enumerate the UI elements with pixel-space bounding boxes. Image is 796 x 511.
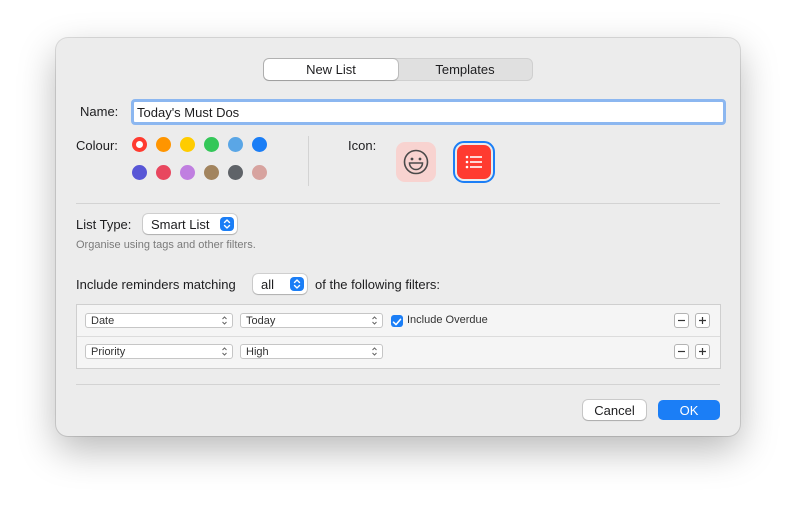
minus-icon [678, 350, 685, 353]
include-overdue-checkbox[interactable] [391, 315, 403, 327]
colour-swatch[interactable] [132, 165, 147, 180]
list-name-input[interactable] [131, 99, 726, 125]
tab-new-list[interactable]: New List [264, 59, 398, 80]
name-label: Name: [80, 104, 119, 119]
colour-swatch[interactable] [156, 137, 171, 152]
colour-swatch[interactable] [252, 137, 267, 152]
match-popup[interactable]: all [253, 274, 307, 294]
minus-icon [678, 319, 685, 322]
colour-swatch[interactable] [180, 137, 195, 152]
colour-swatch[interactable] [204, 137, 219, 152]
plus-icon [699, 348, 706, 355]
up-down-arrows-icon [372, 316, 377, 325]
colour-swatch[interactable] [180, 165, 195, 180]
filter-row: Date Today Include Overdue [77, 305, 720, 336]
up-down-arrows-icon [222, 347, 227, 356]
match-value: all [261, 276, 275, 292]
colour-swatch[interactable] [132, 137, 147, 152]
list-icon [465, 155, 482, 169]
icon-label: Icon: [348, 138, 377, 153]
icon-option-smiley[interactable] [396, 142, 436, 182]
cancel-button[interactable]: Cancel [583, 400, 646, 420]
add-filter-button[interactable] [695, 313, 710, 328]
section-divider [308, 136, 309, 186]
colour-swatch[interactable] [228, 165, 243, 180]
colour-label: Colour: [76, 138, 118, 153]
colour-swatch[interactable] [228, 137, 243, 152]
colour-swatch[interactable] [252, 165, 267, 180]
remove-filter-button[interactable] [674, 313, 689, 328]
mode-segmented-control: New List Templates [263, 58, 533, 81]
filter-value: Today [246, 314, 276, 327]
match-suffix: of the following filters: [315, 277, 441, 292]
smiley-icon [403, 149, 429, 175]
popup-stepper-icon [290, 277, 304, 291]
icon-option-list[interactable] [457, 145, 491, 179]
add-filter-button[interactable] [695, 344, 710, 359]
divider-top [76, 203, 720, 204]
up-down-arrows-icon [222, 316, 227, 325]
filter-value-popup[interactable]: High [240, 344, 383, 359]
include-overdue-label: Include Overdue [407, 314, 488, 326]
filter-row: Priority High [77, 337, 720, 368]
list-type-value: Smart List [151, 216, 210, 232]
filters-table: Date Today Include Overdue Priority High [76, 304, 721, 369]
plus-icon [699, 317, 706, 324]
filter-field-popup[interactable]: Priority [85, 344, 233, 359]
checkmark-icon [392, 318, 402, 326]
match-prefix: Include reminders matching [76, 277, 236, 292]
colour-swatch[interactable] [204, 165, 219, 180]
tab-templates[interactable]: Templates [398, 59, 532, 80]
filter-field-popup[interactable]: Date [85, 313, 233, 328]
ok-button[interactable]: OK [658, 400, 720, 420]
popup-stepper-icon [220, 217, 234, 231]
filter-field-value: Date [91, 314, 115, 327]
list-type-popup[interactable]: Smart List [143, 214, 237, 234]
list-type-hint: Organise using tags and other filters. [76, 239, 256, 251]
list-type-label: List Type: [76, 217, 132, 232]
new-list-dialog: New List Templates Name: Colour: Icon: L… [56, 38, 740, 436]
colour-swatch[interactable] [156, 165, 171, 180]
up-down-arrows-icon [372, 347, 377, 356]
filter-value: High [246, 345, 269, 358]
remove-filter-button[interactable] [674, 344, 689, 359]
divider-bottom [76, 384, 720, 385]
filter-field-value: Priority [91, 345, 126, 358]
filter-value-popup[interactable]: Today [240, 313, 383, 328]
